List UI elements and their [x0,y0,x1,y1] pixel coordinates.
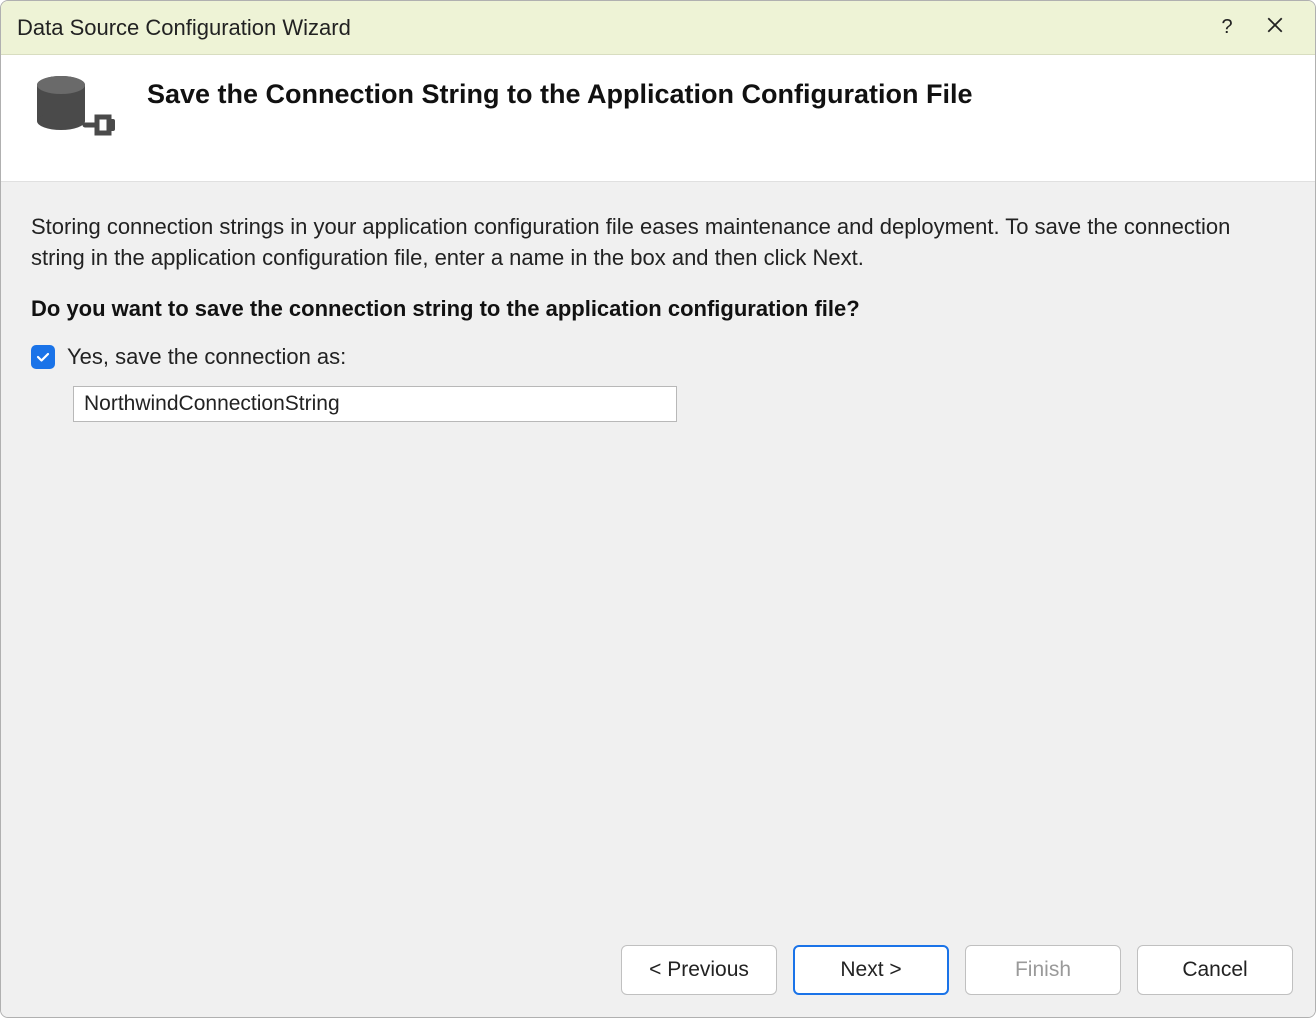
next-button[interactable]: Next > [793,945,949,995]
connection-name-input[interactable] [73,386,677,422]
question-text: Do you want to save the connection strin… [31,296,1285,322]
header-panel: Save the Connection String to the Applic… [1,55,1315,182]
save-connection-checkbox[interactable] [31,345,55,369]
previous-button[interactable]: < Previous [621,945,777,995]
finish-button[interactable]: Finish [965,945,1121,995]
connection-name-wrap [73,386,1285,422]
wizard-dialog: Data Source Configuration Wizard ? Save … [0,0,1316,1018]
database-icon [31,75,115,145]
window-title: Data Source Configuration Wizard [17,15,1203,41]
cancel-button[interactable]: Cancel [1137,945,1293,995]
content-panel: Storing connection strings in your appli… [1,182,1315,927]
titlebar: Data Source Configuration Wizard ? [1,1,1315,55]
save-connection-label[interactable]: Yes, save the connection as: [67,344,346,370]
checkmark-icon [35,349,51,365]
save-connection-checkbox-row: Yes, save the connection as: [31,344,1285,370]
description-text: Storing connection strings in your appli… [31,212,1285,274]
help-button[interactable]: ? [1203,8,1251,48]
button-bar: < Previous Next > Finish Cancel [1,927,1315,1017]
close-icon [1266,16,1284,40]
page-heading: Save the Connection String to the Applic… [147,75,973,110]
close-button[interactable] [1251,8,1299,48]
help-icon: ? [1221,16,1232,39]
